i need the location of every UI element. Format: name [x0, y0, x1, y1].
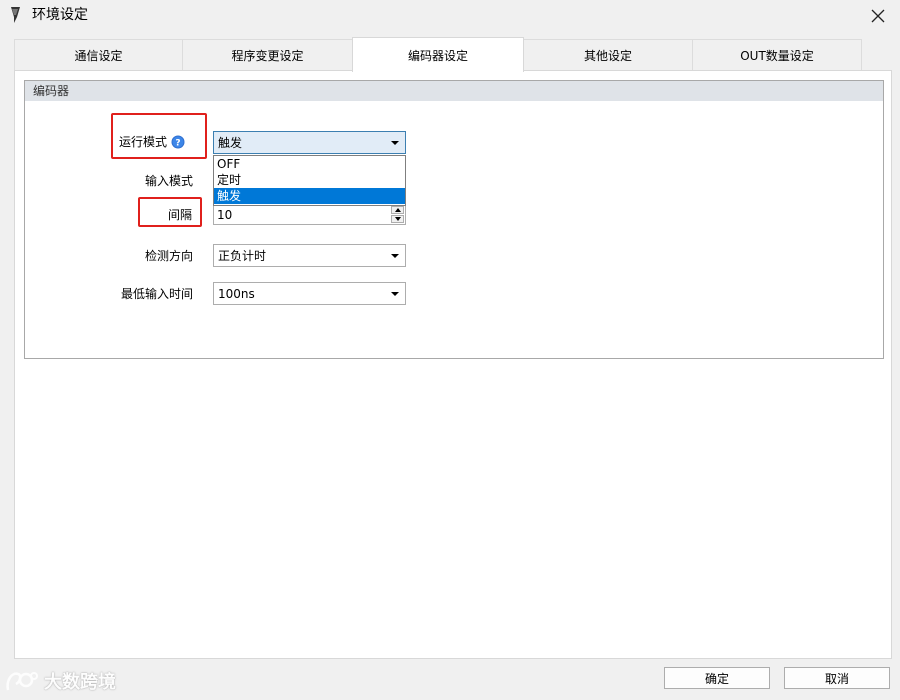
tab-encoder[interactable]: 编码器设定 — [352, 37, 524, 72]
cancel-button[interactable]: 取消 — [784, 667, 890, 689]
tab-label: 通信设定 — [74, 49, 123, 63]
min-input-time-combobox[interactable]: 100ns — [213, 282, 406, 305]
tab-label: 程序变更设定 — [231, 49, 304, 63]
tab-strip: 通信设定 程序变更设定 编码器设定 其他设定 OUT数量设定 — [14, 37, 862, 72]
tab-program-change[interactable]: 程序变更设定 — [182, 39, 353, 71]
tab-label: 其他设定 — [583, 49, 632, 63]
close-icon — [871, 9, 885, 23]
interval-label: 间隔 — [167, 208, 192, 222]
tab-content-panel: 编码器 运行模式 ? 触发 输入模式 间隔 检测方向 正负计时 — [14, 70, 892, 659]
tab-other[interactable]: 其他设定 — [523, 39, 693, 71]
tab-out-count[interactable]: OUT数量设定 — [692, 39, 862, 71]
tab-communication[interactable]: 通信设定 — [14, 39, 183, 71]
min-input-time-label: 最低输入时间 — [120, 287, 193, 301]
chevron-down-icon — [391, 292, 399, 296]
detect-direction-combobox[interactable]: 正负计时 — [213, 244, 406, 267]
run-mode-label-text: 运行模式 — [118, 135, 167, 149]
run-mode-dropdown-list: OFF 定时 触发 — [213, 155, 406, 206]
spin-up-arrow-icon[interactable] — [391, 206, 404, 214]
encoder-group: 编码器 运行模式 ? 触发 输入模式 间隔 检测方向 正负计时 — [24, 80, 884, 359]
min-input-time-value: 100ns — [218, 287, 255, 301]
watermark-text: 大数跨境 — [44, 672, 116, 693]
dropdown-option-trigger[interactable]: 触发 — [214, 188, 405, 204]
run-mode-combobox[interactable]: 触发 — [213, 131, 406, 154]
chevron-down-icon — [391, 254, 399, 258]
spin-down-arrow-icon[interactable] — [391, 215, 404, 223]
tab-label: 编码器设定 — [407, 48, 468, 63]
close-button[interactable] — [856, 0, 900, 32]
group-header: 编码器 — [25, 81, 883, 101]
dropdown-option-timer[interactable]: 定时 — [214, 172, 405, 188]
watermark: 大数跨境 — [4, 668, 116, 694]
ok-button[interactable]: 确定 — [664, 667, 770, 689]
detect-direction-value: 正负计时 — [218, 249, 267, 263]
tab-label: OUT数量设定 — [740, 49, 814, 63]
help-icon[interactable]: ? — [171, 135, 185, 149]
watermark-logo-icon — [6, 672, 38, 691]
interval-spinbox — [213, 204, 406, 225]
ok-button-label: 确定 — [704, 671, 729, 686]
dropdown-option-off[interactable]: OFF — [214, 156, 405, 172]
window-title: 环境设定 — [32, 7, 88, 23]
cancel-button-label: 取消 — [824, 671, 849, 686]
svg-text:?: ? — [175, 139, 180, 149]
interval-input[interactable] — [216, 207, 388, 222]
app-pen-icon — [11, 7, 20, 23]
run-mode-label: 运行模式 ? — [25, 134, 185, 150]
spin-buttons — [391, 206, 404, 223]
title-bar: 环境设定 — [0, 0, 900, 32]
run-mode-value: 触发 — [218, 136, 243, 150]
chevron-down-icon — [391, 141, 399, 145]
input-mode-label: 输入模式 — [144, 174, 193, 188]
detect-direction-label: 检测方向 — [144, 249, 193, 263]
